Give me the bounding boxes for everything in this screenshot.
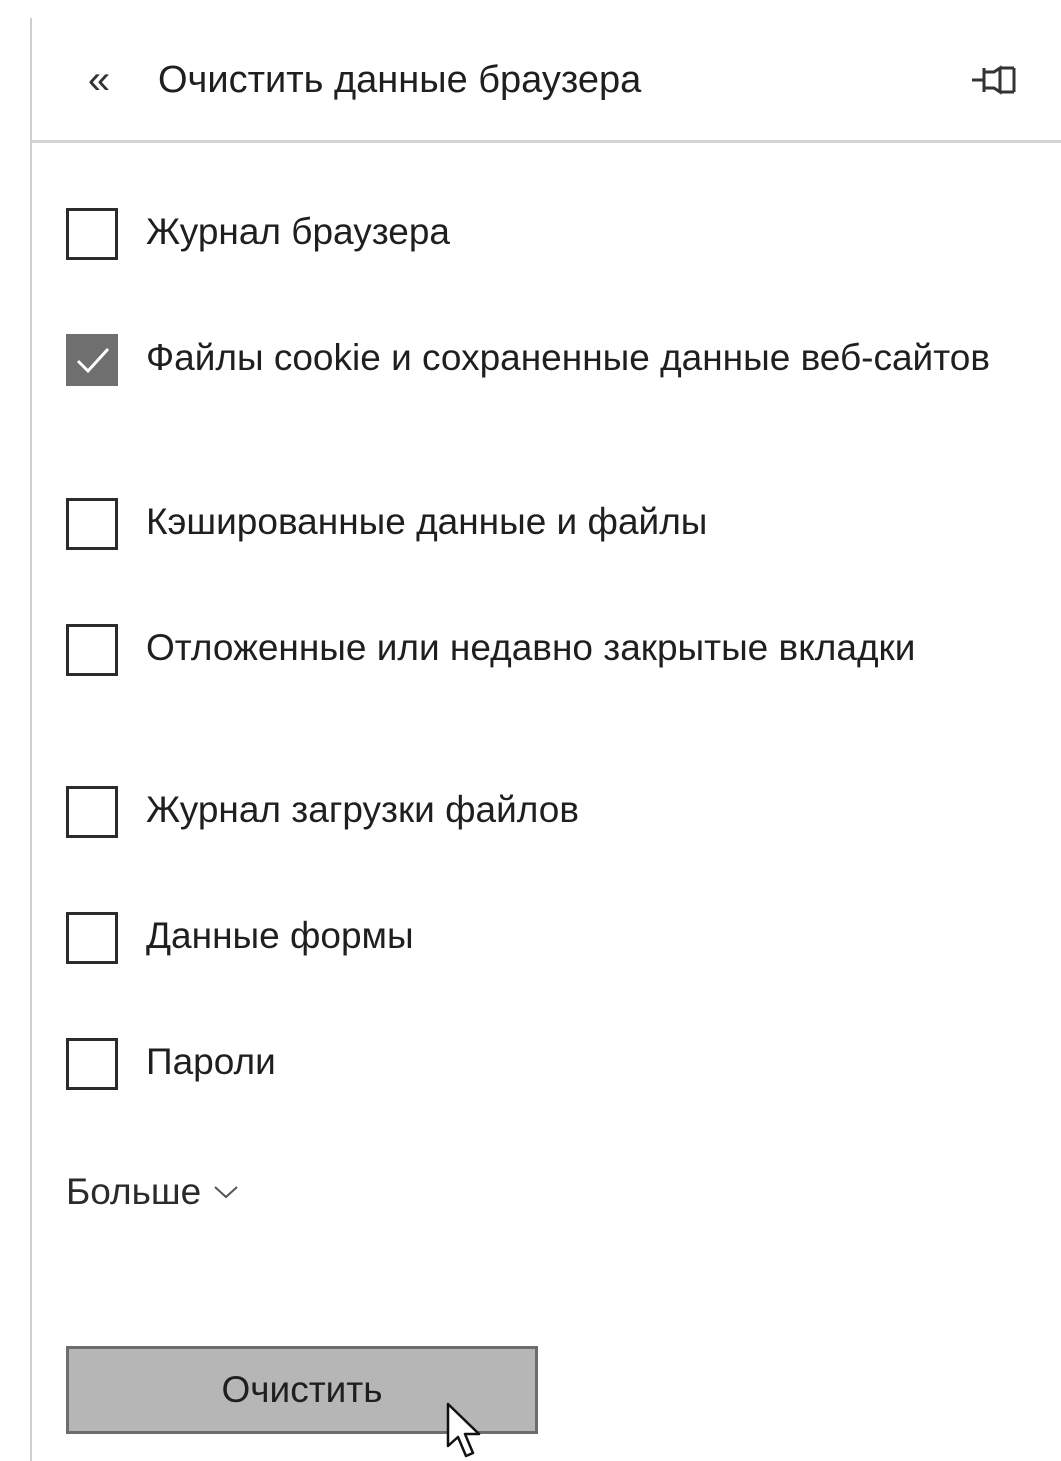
checkbox-checked[interactable]	[66, 334, 118, 386]
clear-browsing-data-panel: « Очистить данные браузера Журнал браузе…	[0, 0, 1061, 1461]
option-label: Файлы cookie и сохраненные данные веб-са…	[146, 337, 990, 378]
option-label: Отложенные или недавно закрытые вкладки	[146, 627, 916, 668]
pin-button[interactable]	[970, 60, 1020, 100]
checkmark-icon	[76, 347, 110, 374]
clear-button[interactable]: Очистить	[66, 1346, 538, 1434]
checkbox[interactable]	[66, 912, 118, 964]
chevron-down-icon	[214, 1186, 238, 1199]
option-label: Журнал браузера	[146, 211, 451, 252]
checkbox[interactable]	[66, 498, 118, 550]
panel-left-border	[30, 18, 32, 1461]
option-label: Кэшированные данные и файлы	[146, 501, 708, 542]
checkbox[interactable]	[66, 786, 118, 838]
back-button[interactable]: «	[76, 52, 122, 108]
option-label: Данные формы	[146, 915, 414, 956]
page-title: Очистить данные браузера	[158, 59, 642, 101]
panel-header: « Очистить данные браузера	[32, 30, 1061, 140]
checkbox[interactable]	[66, 208, 118, 260]
checkbox[interactable]	[66, 1038, 118, 1090]
option-label: Журнал загрузки файлов	[146, 789, 580, 830]
double-chevron-left-icon: «	[87, 58, 111, 102]
checkbox[interactable]	[66, 624, 118, 676]
option-label: Пароли	[146, 1041, 276, 1082]
more-label: Больше	[66, 1171, 202, 1212]
header-divider	[32, 140, 1061, 143]
more-expander[interactable]: Больше	[66, 1164, 239, 1220]
pin-icon	[972, 65, 1016, 95]
